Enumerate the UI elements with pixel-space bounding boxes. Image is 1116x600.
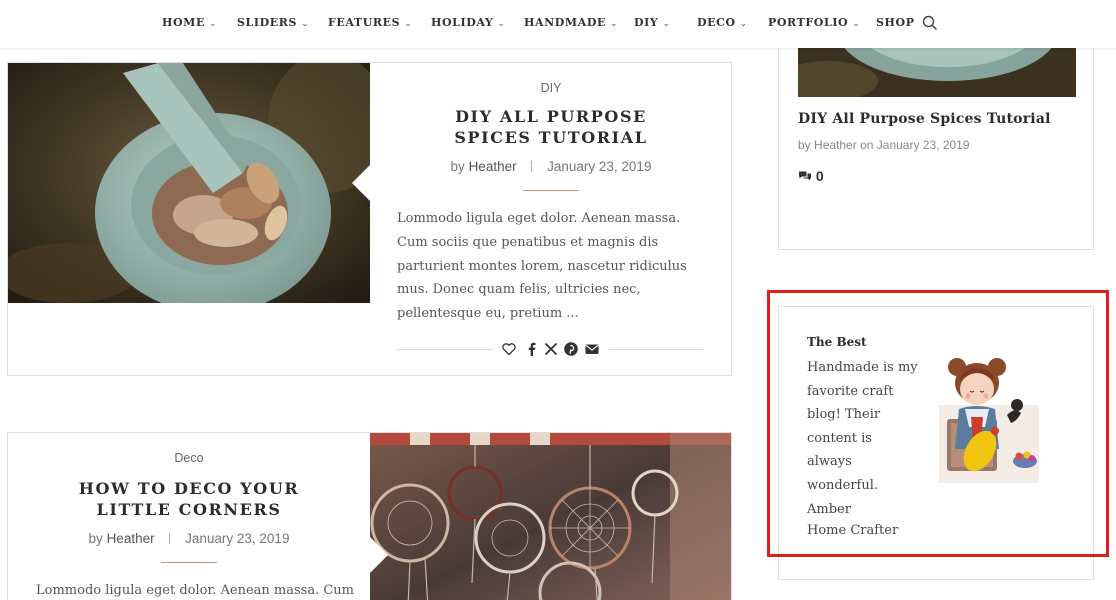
nav-item-diy[interactable]: DIY ⌄ xyxy=(634,16,671,29)
sidebar-comments[interactable]: 0 xyxy=(798,168,824,184)
chevron-down-icon: ⌄ xyxy=(609,19,619,29)
facebook-icon[interactable] xyxy=(524,341,540,357)
pinterest-icon[interactable] xyxy=(563,341,579,357)
nav-label: SHOP xyxy=(876,16,915,29)
nav-item-holiday[interactable]: HOLIDAY ⌄ xyxy=(431,16,506,29)
chevron-down-icon: ⌄ xyxy=(739,19,748,29)
nav-item-shop[interactable]: SHOP xyxy=(876,16,915,29)
email-icon[interactable] xyxy=(584,341,600,357)
dreamcatchers-image xyxy=(370,433,731,600)
search-icon[interactable] xyxy=(922,15,938,31)
chevron-down-icon: ⌄ xyxy=(208,19,218,29)
nav-item-home[interactable]: HOME ⌄ xyxy=(162,16,217,29)
nav-item-features[interactable]: FEATURES ⌄ xyxy=(328,16,412,29)
sidebar-post-author[interactable]: Heather xyxy=(814,138,857,152)
nav-item-deco[interactable]: DECO ⌄ xyxy=(697,16,748,29)
post-title[interactable]: How to Deco Your Little Corners xyxy=(58,478,320,520)
title-divider xyxy=(523,190,579,191)
post-card: DIY DIY All Purpose Spices Tutorial by H… xyxy=(7,62,732,376)
post-card: Deco How to Deco Your Little Corners by … xyxy=(7,432,732,600)
sidebar-recent-post: DIY All Purpose Spices Tutorial by Heath… xyxy=(778,40,1094,250)
share-rule-left xyxy=(397,349,493,350)
nav-label: DECO xyxy=(697,16,736,29)
meta-on: on xyxy=(860,138,874,152)
mortar-and-pestle-image xyxy=(8,63,370,303)
meta-by: by xyxy=(798,138,811,152)
highlight-box xyxy=(767,290,1109,557)
mortar-and-pestle-thumb xyxy=(798,41,1076,97)
nav-label: HOME xyxy=(162,16,205,29)
post-thumbnail[interactable] xyxy=(370,433,731,600)
image-notch xyxy=(370,537,388,573)
chevron-down-icon: ⌄ xyxy=(662,19,671,29)
post-date: January 23, 2019 xyxy=(547,159,652,174)
post-author[interactable]: Heather xyxy=(107,531,155,546)
post-excerpt: Lommodo ligula eget dolor. Aenean massa.… xyxy=(397,211,687,322)
post-meta: by Heather January 23, 2019 xyxy=(8,531,370,546)
nav-label: HANDMADE xyxy=(524,16,606,29)
chevron-down-icon: ⌄ xyxy=(852,19,861,29)
chevron-down-icon: ⌄ xyxy=(404,19,413,29)
chevron-down-icon: ⌄ xyxy=(301,19,310,29)
meta-by: by xyxy=(88,531,103,546)
post-author[interactable]: Heather xyxy=(469,159,517,174)
heart-icon[interactable] xyxy=(501,341,517,357)
nav-label: SLIDERS xyxy=(237,16,298,29)
sidebar-post-thumbnail[interactable] xyxy=(798,41,1076,97)
nav-label: PORTFOLIO xyxy=(768,16,849,29)
chevron-down-icon: ⌄ xyxy=(497,19,506,29)
post-category[interactable]: DIY xyxy=(370,81,731,95)
nav-item-sliders[interactable]: SLIDERS ⌄ xyxy=(237,16,309,29)
main-navigation: HOME ⌄ SLIDERS ⌄ FEATURES ⌄ HOLIDAY ⌄ HANDMA… xyxy=(0,0,1116,48)
share-rule-right xyxy=(609,349,703,350)
sidebar-post-title[interactable]: DIY All Purpose Spices Tutorial xyxy=(798,111,1051,127)
comments-icon xyxy=(799,171,811,181)
image-notch xyxy=(352,165,370,201)
post-thumbnail[interactable] xyxy=(8,63,370,303)
comments-count: 0 xyxy=(815,168,824,184)
meta-separator xyxy=(531,161,533,172)
x-icon[interactable] xyxy=(543,341,559,357)
post-title[interactable]: DIY All Purpose Spices Tutorial xyxy=(418,106,684,148)
meta-by: by xyxy=(450,159,465,174)
meta-separator xyxy=(169,533,171,544)
post-category[interactable]: Deco xyxy=(8,451,370,465)
nav-item-handmade[interactable]: HANDMADE ⌄ xyxy=(524,16,618,29)
nav-item-portfolio[interactable]: PORTFOLIO ⌄ xyxy=(768,16,860,29)
nav-label: DIY xyxy=(634,16,659,29)
sidebar-post-date: January 23, 2019 xyxy=(876,138,970,152)
sidebar-post-meta: by Heather on January 23, 2019 xyxy=(798,138,970,152)
share-bar xyxy=(397,341,703,357)
post-excerpt: Lommodo ligula eget dolor. Aenean massa.… xyxy=(36,583,355,598)
post-date: January 23, 2019 xyxy=(185,531,290,546)
post-meta: by Heather January 23, 2019 xyxy=(370,159,731,174)
nav-label: HOLIDAY xyxy=(431,16,494,29)
nav-label: FEATURES xyxy=(328,16,401,29)
title-divider xyxy=(161,562,217,563)
